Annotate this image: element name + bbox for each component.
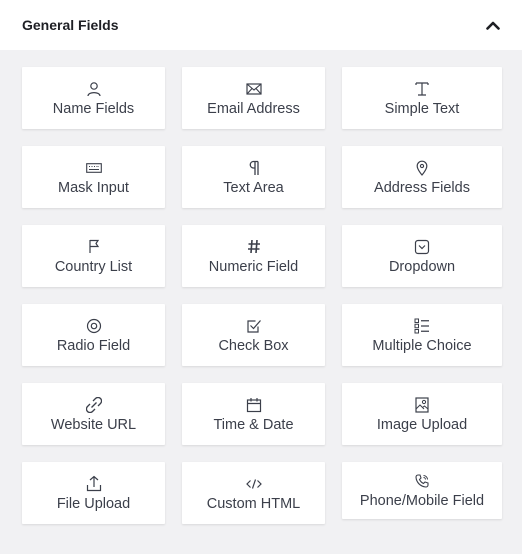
field-card-name-fields[interactable]: Name Fields xyxy=(22,67,165,129)
field-label: Website URL xyxy=(50,416,137,433)
field-label: Dropdown xyxy=(388,258,456,275)
envelope-icon xyxy=(245,80,262,98)
field-label: Email Address xyxy=(207,100,300,117)
field-card-mask-input[interactable]: Mask Input xyxy=(22,146,165,208)
field-label: Check Box xyxy=(218,337,289,354)
field-card-custom-html[interactable]: Custom HTML xyxy=(182,462,325,524)
field-label: Time & Date xyxy=(213,416,294,433)
phone-icon xyxy=(415,472,429,490)
field-label: Mask Input xyxy=(58,179,129,196)
field-card-check-box[interactable]: Check Box xyxy=(182,304,325,366)
code-icon xyxy=(245,475,262,493)
field-card-numeric-field[interactable]: Numeric Field xyxy=(182,225,325,287)
user-icon xyxy=(86,80,102,98)
field-label: File Upload xyxy=(56,495,131,512)
map-pin-icon xyxy=(416,159,428,177)
field-label: Country List xyxy=(54,258,133,275)
field-card-text-area[interactable]: Text Area xyxy=(182,146,325,208)
field-label: Image Upload xyxy=(376,416,468,433)
general-fields-panel: General Fields Name Fields Email Address… xyxy=(0,0,522,554)
field-card-phone-mobile-field[interactable]: Phone/Mobile Field xyxy=(342,462,502,519)
field-card-time-date[interactable]: Time & Date xyxy=(182,383,325,445)
paragraph-icon xyxy=(248,159,260,177)
text-cursor-icon xyxy=(414,80,430,98)
fields-grid: Name Fields Email Address Simple Text Ma… xyxy=(22,67,502,524)
field-card-radio-field[interactable]: Radio Field xyxy=(22,304,165,366)
panel-header[interactable]: General Fields xyxy=(0,0,522,50)
chevron-up-icon[interactable] xyxy=(486,20,500,30)
link-icon xyxy=(85,396,102,414)
calendar-icon xyxy=(246,396,262,414)
image-icon xyxy=(415,396,429,414)
field-label: Multiple Choice xyxy=(372,337,472,354)
field-label: Text Area xyxy=(223,179,284,196)
field-card-website-url[interactable]: Website URL xyxy=(22,383,165,445)
field-card-simple-text[interactable]: Simple Text xyxy=(342,67,502,129)
panel-title: General Fields xyxy=(22,17,119,33)
checkbox-icon xyxy=(246,317,262,335)
field-label: Simple Text xyxy=(384,100,460,117)
field-label: Name Fields xyxy=(52,100,135,117)
field-label: Phone/Mobile Field xyxy=(359,493,485,509)
field-card-dropdown[interactable]: Dropdown xyxy=(342,225,502,287)
field-label: Custom HTML xyxy=(206,495,301,512)
radio-icon xyxy=(86,317,102,335)
field-card-image-upload[interactable]: Image Upload xyxy=(342,383,502,445)
field-label: Numeric Field xyxy=(208,258,299,275)
field-card-email-address[interactable]: Email Address xyxy=(182,67,325,129)
dropdown-icon xyxy=(414,238,430,256)
field-label: Address Fields xyxy=(374,179,470,196)
keyboard-icon xyxy=(85,159,102,177)
hash-icon xyxy=(247,238,261,256)
list-icon xyxy=(414,317,430,335)
field-label: Radio Field xyxy=(56,337,131,354)
upload-icon xyxy=(86,475,102,493)
field-card-country-list[interactable]: Country List xyxy=(22,225,165,287)
field-card-multiple-choice[interactable]: Multiple Choice xyxy=(342,304,502,366)
field-card-file-upload[interactable]: File Upload xyxy=(22,462,165,524)
field-card-address-fields[interactable]: Address Fields xyxy=(342,146,502,208)
flag-icon xyxy=(88,238,100,256)
